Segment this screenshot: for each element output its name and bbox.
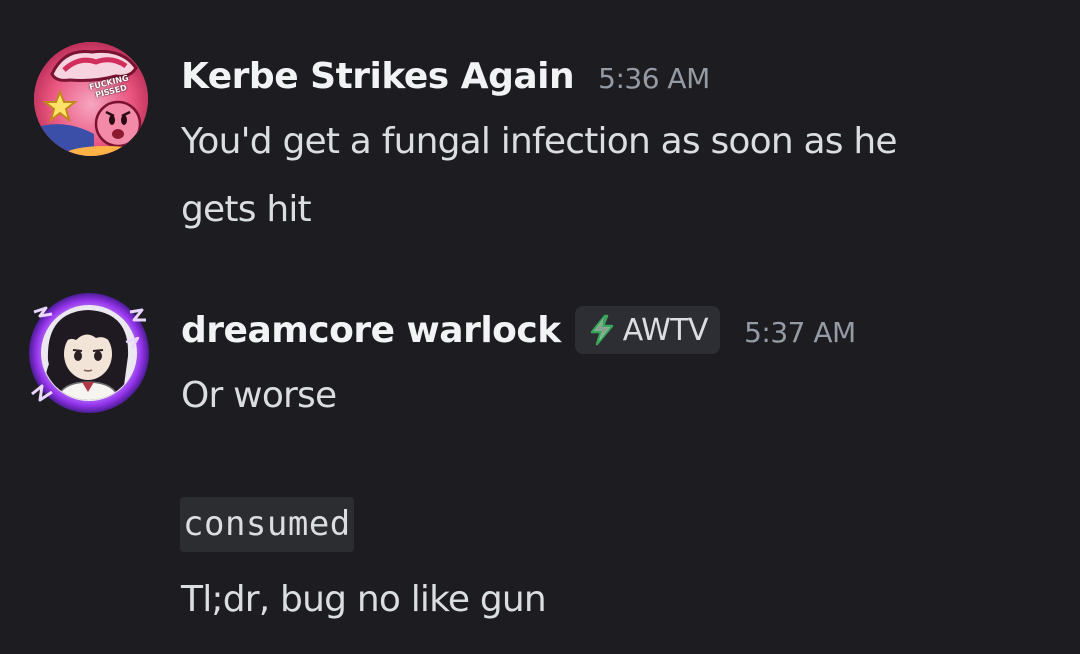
message-1-header: Kerbe Strikes Again 5:36 AM — [181, 50, 710, 102]
inline-code: consumed — [180, 497, 354, 552]
message-line: You'd get a fungal infection as soon as … — [181, 121, 898, 162]
anime-girl-purple-avatar-icon — [29, 293, 149, 413]
server-tag-label: AWTV — [622, 312, 709, 348]
message-line: gets hit — [181, 189, 312, 230]
message-1-content: You'd get a fungal infection as soon as … — [181, 108, 1061, 244]
message-2-content: Or worse — [181, 362, 1061, 430]
user-avatar-dreamcore[interactable] — [26, 290, 152, 416]
message-2-final-line: Tl;dr, bug no like gun — [181, 579, 547, 620]
lightning-bolt-icon — [590, 314, 613, 346]
username[interactable]: Kerbe Strikes Again — [181, 56, 575, 97]
message-1: FUCKING PISSED Kerbe Strikes Again 5:36 … — [0, 0, 1080, 260]
server-tag[interactable]: AWTV — [574, 306, 721, 354]
user-avatar-kerbe[interactable]: FUCKING PISSED — [34, 42, 148, 156]
message-2-header: dreamcore warlock AWTV 5:37 AM — [181, 302, 856, 358]
timestamp[interactable]: 5:36 AM — [598, 62, 710, 95]
message-line: Or worse — [181, 375, 337, 416]
timestamp[interactable]: 5:37 AM — [744, 316, 856, 349]
username[interactable]: dreamcore warlock — [181, 310, 561, 351]
